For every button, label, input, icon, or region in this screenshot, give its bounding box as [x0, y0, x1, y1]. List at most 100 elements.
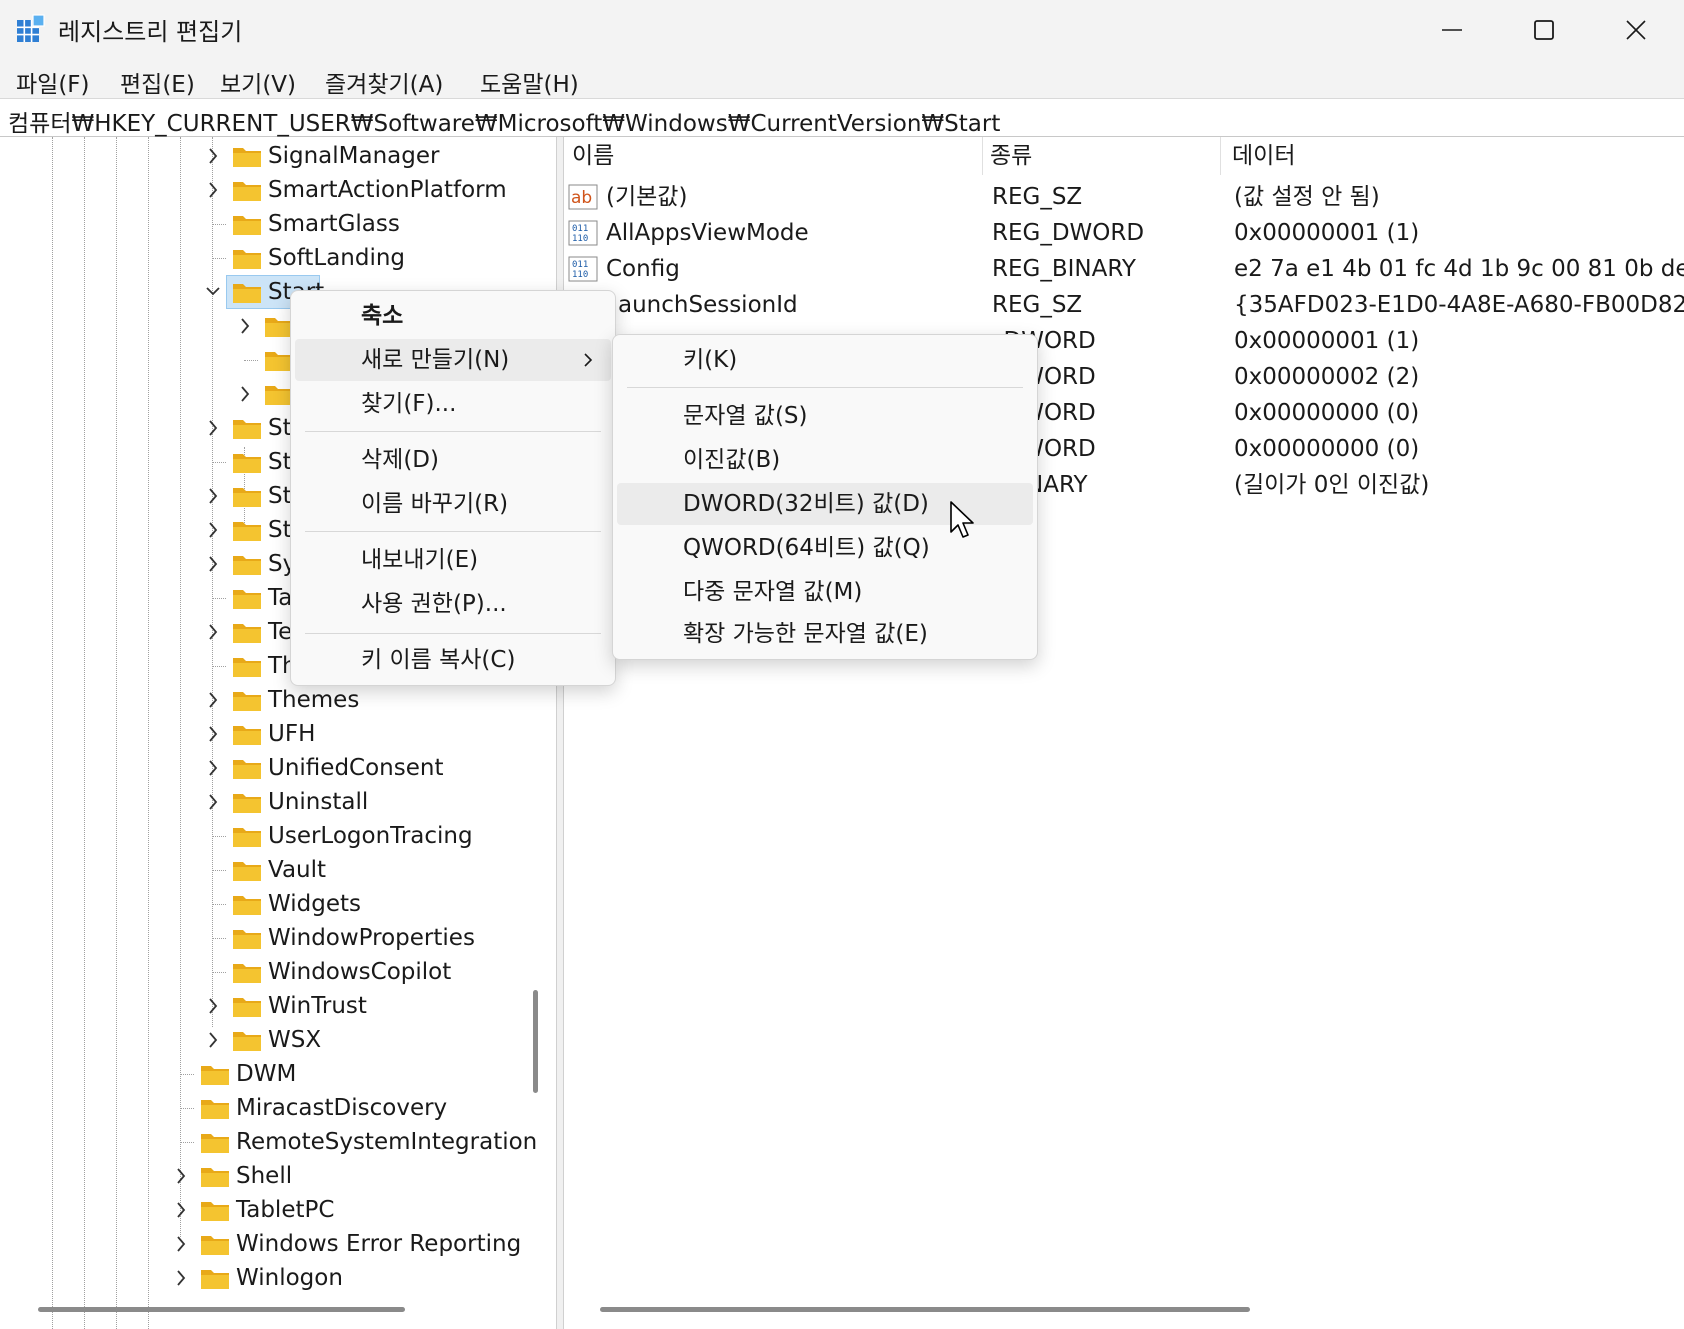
column-header-name[interactable]: 이름: [572, 137, 614, 175]
submenu-item-expandable-string-value[interactable]: 확장 가능한 문자열 값(E): [617, 613, 1033, 655]
tree-vertical-scrollbar[interactable]: [533, 990, 538, 1093]
chevron-right-icon[interactable]: [204, 615, 222, 649]
chevron-right-icon[interactable]: [204, 513, 222, 547]
binary-value-icon: 011110: [568, 256, 598, 282]
tree-node[interactable]: Vault: [0, 853, 556, 887]
address-path[interactable]: 컴퓨터₩HKEY_CURRENT_USER₩Software₩Microsoft…: [8, 104, 1000, 138]
tree-node[interactable]: UnifiedConsent: [0, 751, 556, 785]
column-header-data[interactable]: 데이터: [1232, 137, 1295, 175]
menu-view[interactable]: 보기(V): [220, 65, 296, 99]
tree-node[interactable]: SignalManager: [0, 139, 556, 173]
title-bar[interactable]: 레지스트리 편집기: [0, 0, 1684, 60]
tree-node[interactable]: Shell: [0, 1159, 556, 1193]
tree-node[interactable]: WindowsCopilot: [0, 955, 556, 989]
tree-node[interactable]: Uninstall: [0, 785, 556, 819]
chevron-right-icon[interactable]: [204, 989, 222, 1023]
tree-node[interactable]: Widgets: [0, 887, 556, 921]
chevron-right-icon[interactable]: [204, 751, 222, 785]
column-separator[interactable]: [1220, 137, 1221, 175]
value-data: (값 설정 안 됨): [1234, 184, 1380, 210]
folder-icon: [233, 454, 261, 473]
menu-item-export-label: 내보내기(E): [361, 547, 479, 573]
menu-edit[interactable]: 편집(E): [120, 65, 195, 99]
menu-file[interactable]: 파일(F): [16, 65, 90, 99]
tree-guide-tick: [212, 904, 226, 905]
tree-node[interactable]: Themes: [0, 683, 556, 717]
chevron-right-icon[interactable]: [172, 1159, 190, 1193]
column-separator[interactable]: [982, 137, 983, 175]
tree-node-label: Uninstall: [268, 789, 369, 815]
chevron-right-icon[interactable]: [204, 717, 222, 751]
tree-node[interactable]: WindowProperties: [0, 921, 556, 955]
menu-item-find[interactable]: 찾기(F)...: [295, 383, 611, 425]
menu-item-new[interactable]: 새로 만들기(N): [295, 339, 611, 381]
menu-item-rename[interactable]: 이름 바꾸기(R): [295, 483, 611, 525]
chevron-right-icon[interactable]: [204, 139, 222, 173]
folder-icon: [233, 964, 261, 983]
value-row[interactable]: 011 110 Config REG_BINARY e2 7a e1 4b 01 fc …: [564, 251, 1684, 287]
tree-node[interactable]: UFH: [0, 717, 556, 751]
chevron-right-icon[interactable]: [172, 1193, 190, 1227]
values-list-pane[interactable]: 이름 종류 데이터 ab (기본값) REG_SZ (값 설정 안 됨) 011 110 A…: [564, 137, 1684, 1329]
menu-favorites[interactable]: 즐겨찾기(A): [325, 65, 443, 99]
chevron-right-icon[interactable]: [204, 173, 222, 207]
menu-separator: [305, 531, 601, 532]
tree-node[interactable]: RemoteSystemIntegration: [0, 1125, 556, 1159]
value-row[interactable]: 011 110 AllAppsViewMode REG_DWORD 0x00000001…: [564, 215, 1684, 251]
chevron-right-icon[interactable]: [204, 547, 222, 581]
chevron-right-icon[interactable]: [236, 377, 254, 411]
tree-node[interactable]: WSX: [0, 1023, 556, 1057]
window-title: 레지스트리 편집기: [58, 18, 243, 46]
chevron-right-icon[interactable]: [172, 1261, 190, 1295]
chevron-right-icon[interactable]: [236, 309, 254, 343]
submenu-item-multi-string-value[interactable]: 다중 문자열 값(M): [617, 571, 1033, 613]
tree-horizontal-scrollbar[interactable]: [38, 1307, 405, 1312]
tree-node[interactable]: Windows Error Reporting: [0, 1227, 556, 1261]
tree-node[interactable]: MiracastDiscovery: [0, 1091, 556, 1125]
menu-item-new-label: 새로 만들기(N): [361, 347, 510, 373]
value-row[interactable]: ab (기본값) REG_SZ (값 설정 안 됨): [564, 179, 1684, 215]
minimize-button[interactable]: [1406, 0, 1498, 60]
chevron-right-icon[interactable]: [204, 683, 222, 717]
tree-node-label: Themes: [268, 687, 360, 713]
menu-item-collapse[interactable]: 축소: [295, 295, 611, 337]
menu-item-permissions[interactable]: 사용 권한(P)...: [295, 583, 611, 625]
submenu-item-key[interactable]: 키(K): [617, 339, 1033, 381]
folder-icon: [201, 1236, 229, 1255]
menu-item-copy-key-name[interactable]: 키 이름 복사(C): [295, 639, 611, 681]
tree-node[interactable]: UserLogonTracing: [0, 819, 556, 853]
tree-node[interactable]: TabletPC: [0, 1193, 556, 1227]
folder-icon: [233, 794, 261, 813]
tree-node[interactable]: Winlogon: [0, 1261, 556, 1295]
tree-node[interactable]: SoftLanding: [0, 241, 556, 275]
chevron-right-icon[interactable]: [172, 1227, 190, 1261]
menu-help[interactable]: 도움말(H): [480, 65, 579, 99]
value-row[interactable]: aunchSessionId REG_SZ {35AFD023-E1D0-4A8E-…: [564, 287, 1684, 323]
folder-icon: [201, 1134, 229, 1153]
menu-item-rename-label: 이름 바꾸기(R): [361, 491, 509, 517]
tree-node[interactable]: SmartGlass: [0, 207, 556, 241]
maximize-button[interactable]: [1498, 0, 1590, 60]
submenu-item-binary-value[interactable]: 이진값(B): [617, 439, 1033, 481]
folder-icon: [233, 556, 261, 575]
chevron-right-icon[interactable]: [204, 479, 222, 513]
svg-text:011: 011: [572, 260, 588, 270]
chevron-right-icon[interactable]: [204, 785, 222, 819]
chevron-right-icon[interactable]: [204, 1023, 222, 1057]
folder-icon: [233, 862, 261, 881]
menu-item-export[interactable]: 내보내기(E): [295, 539, 611, 581]
tree-node[interactable]: WinTrust: [0, 989, 556, 1023]
submenu-item-string-value[interactable]: 문자열 값(S): [617, 395, 1033, 437]
chevron-down-icon[interactable]: [204, 275, 222, 309]
tree-node[interactable]: DWM: [0, 1057, 556, 1091]
tree-node[interactable]: SmartActionPlatform: [0, 173, 556, 207]
folder-icon: [233, 148, 261, 167]
list-horizontal-scrollbar[interactable]: [600, 1307, 1250, 1312]
column-header-type[interactable]: 종류: [990, 137, 1032, 175]
address-bar[interactable]: 컴퓨터₩HKEY_CURRENT_USER₩Software₩Microsoft…: [0, 98, 1684, 137]
chevron-right-icon[interactable]: [204, 411, 222, 445]
tree-guide-tick: [212, 972, 226, 973]
new-submenu: 키(K) 문자열 값(S) 이진값(B) DWORD(32비트) 값(D) QW…: [612, 334, 1038, 660]
menu-item-delete[interactable]: 삭제(D): [295, 439, 611, 481]
close-button[interactable]: [1590, 0, 1682, 60]
